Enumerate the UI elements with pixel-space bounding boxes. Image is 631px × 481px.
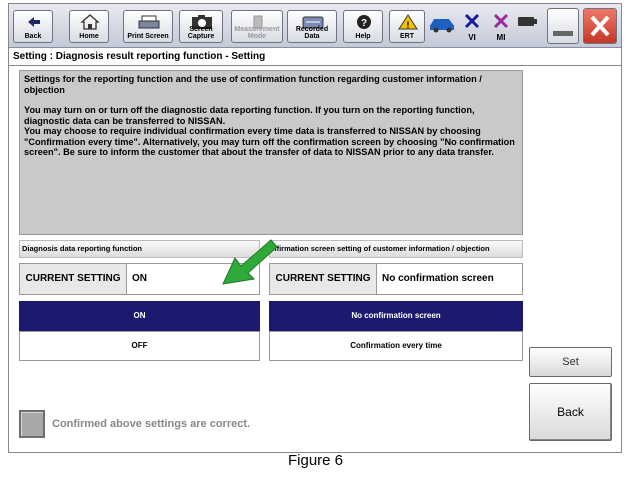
warning-icon: !	[390, 14, 424, 30]
mi-disconnected-icon: MI	[489, 12, 513, 42]
page-title: Setting : Diagnosis result reporting fun…	[9, 48, 621, 66]
home-icon	[70, 14, 108, 30]
reporting-option-off[interactable]: OFF	[19, 331, 260, 361]
home-button[interactable]: Home	[69, 10, 109, 43]
ert-button[interactable]: ! ERT	[389, 10, 425, 43]
vehicle-connection-icon	[427, 12, 457, 42]
minimize-icon	[553, 31, 573, 36]
screen-capture-button[interactable]: Screen Capture	[179, 10, 223, 43]
confirmation-current-setting: CURRENT SETTING No confirmation screen	[269, 263, 523, 295]
figure-caption: Figure 6	[287, 452, 344, 469]
svg-text:!: !	[407, 20, 410, 30]
back-arrow-icon	[14, 14, 52, 30]
print-screen-label: Print Screen	[127, 33, 169, 40]
measurement-mode-label: Measurement Mode	[234, 26, 280, 40]
set-button[interactable]: Set	[529, 347, 612, 377]
app-screen: Back Home Print Screen Screen Capture Me…	[8, 3, 622, 453]
reporting-current-setting-label: CURRENT SETTING	[20, 264, 127, 294]
close-button[interactable]	[583, 8, 617, 44]
printer-icon	[124, 14, 172, 30]
help-button[interactable]: ? Help	[343, 10, 383, 43]
confirm-checkbox[interactable]	[19, 410, 45, 438]
back-toolbar-button[interactable]: Back	[13, 10, 53, 43]
help-icon: ?	[344, 14, 382, 30]
reporting-current-setting-value: ON	[132, 273, 147, 284]
home-label: Home	[79, 33, 99, 40]
info-message-body: You may turn on or turn off the diagnost…	[24, 105, 515, 157]
info-message-heading: Settings for the reporting function and …	[24, 74, 482, 95]
confirmation-setting-header: nfirmation screen setting of customer in…	[269, 240, 523, 258]
svg-text:?: ?	[361, 18, 367, 29]
screen-capture-label: Screen Capture	[187, 26, 215, 40]
measurement-mode-button[interactable]: Measurement Mode	[231, 10, 283, 43]
confirmation-option-every-time[interactable]: Confirmation every time	[269, 331, 523, 361]
vi-label: VI	[468, 33, 476, 42]
help-label: Help	[355, 33, 371, 40]
confirmation-current-setting-label: CURRENT SETTING	[270, 264, 377, 294]
battery-icon	[516, 12, 538, 42]
close-icon	[590, 15, 610, 37]
recorded-data-button[interactable]: Recorded Data	[287, 10, 337, 43]
info-message-box: Settings for the reporting function and …	[19, 70, 523, 235]
mi-label: MI	[496, 33, 506, 42]
back-toolbar-label: Back	[24, 33, 42, 40]
back-button[interactable]: Back	[529, 383, 612, 441]
reporting-option-on[interactable]: ON	[19, 301, 260, 331]
confirm-label: Confirmed above settings are correct.	[52, 418, 251, 430]
callout-arrow	[222, 239, 278, 285]
confirmation-current-setting-value: No confirmation screen	[382, 273, 494, 284]
print-screen-button[interactable]: Print Screen	[123, 10, 173, 43]
minimize-button[interactable]	[547, 8, 579, 44]
toolbar: Back Home Print Screen Screen Capture Me…	[9, 4, 621, 48]
ert-label: ERT	[400, 33, 414, 40]
vi-disconnected-icon: VI	[460, 12, 484, 42]
confirmation-option-none[interactable]: No confirmation screen	[269, 301, 523, 331]
recorded-data-label: Recorded Data	[295, 26, 329, 40]
